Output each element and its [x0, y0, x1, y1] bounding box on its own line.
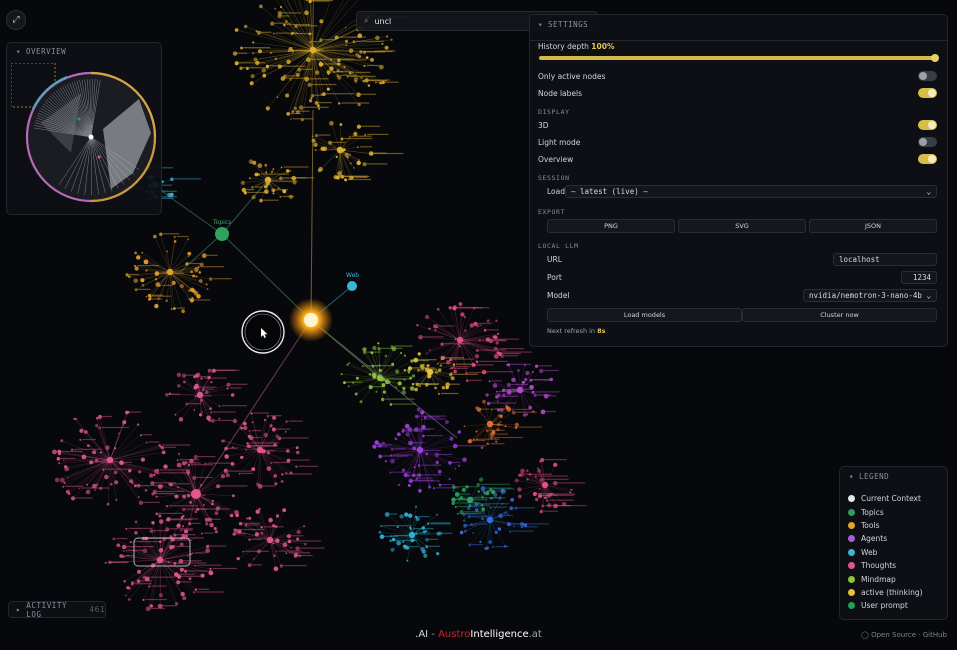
local-llm-section-title: LOCAL LLM [538, 242, 579, 250]
activity-log-label: ACTIVITY LOG [26, 600, 68, 619]
url-label: URL [547, 255, 562, 264]
github-icon: ◯ [861, 631, 872, 639]
history-depth-label: History depth 100% [538, 42, 615, 51]
slider-handle[interactable] [931, 54, 939, 62]
collapse-chevron-icon: ▾ [16, 47, 27, 56]
3d-label: 3D [538, 120, 549, 130]
3d-toggle[interactable] [918, 120, 937, 130]
export-json-button[interactable]: JSON [809, 219, 937, 233]
activity-log-count: 461 [89, 605, 105, 614]
legend-dot [848, 508, 855, 516]
port-label: Port [547, 273, 562, 282]
brand-suffix: .at [528, 629, 542, 640]
topics-hub-label: Topics [212, 219, 231, 226]
legend-list: Current Context Topics Tools Agents Web … [848, 492, 923, 613]
collapse-chevron-icon: ▾ [538, 20, 549, 29]
cluster-now-button[interactable]: Cluster now [742, 308, 937, 322]
model-select[interactable]: nvidia/nemotron-3-nano-4b ⌄ [803, 289, 937, 302]
legend-item: Thoughts [848, 559, 923, 572]
overview-panel[interactable]: ▾ OVERVIEW [6, 42, 162, 215]
overview-toggle[interactable] [918, 154, 937, 164]
legend-panel[interactable]: ▾ LEGEND Current Context Topics Tools Ag… [839, 466, 948, 620]
legend-dot [848, 548, 855, 556]
legend-item: Mindmap [848, 572, 923, 585]
legend-item: Topics [848, 505, 923, 518]
activity-log-toggle[interactable]: ▸ ACTIVITY LOG 461 [8, 600, 106, 619]
overview-label: Overview [538, 154, 574, 164]
legend-item: Agents [848, 532, 923, 545]
legend-dot [848, 521, 855, 529]
export-section-title: EXPORT [538, 208, 566, 216]
github-link-text: Open Source · GitHub [871, 631, 947, 639]
legend-dot [848, 575, 855, 583]
search-icon: ⌕ [364, 16, 369, 25]
legend-item: active (thinking) [848, 586, 923, 599]
settings-panel[interactable]: ▾ SETTINGS History depth 100% Only activ… [529, 14, 948, 347]
port-input[interactable]: 1234 [901, 271, 937, 284]
legend-dot [848, 562, 855, 570]
overview-minimap[interactable] [11, 63, 159, 211]
github-link[interactable]: ◯ Open Source · GitHub [861, 631, 947, 639]
settings-divider [530, 40, 947, 41]
overview-header[interactable]: ▾ OVERVIEW [16, 47, 66, 56]
node-labels-toggle[interactable] [918, 88, 937, 98]
session-select-value: — latest (live) — [571, 187, 648, 196]
export-png-button[interactable]: PNG [547, 219, 675, 233]
model-label: Model [547, 291, 570, 300]
export-svg-button[interactable]: SVG [678, 219, 806, 233]
model-select-value: nvidia/nemotron-3-nano-4b [809, 291, 922, 300]
legend-dot [848, 602, 855, 610]
session-section-title: SESSION [538, 174, 570, 182]
chevron-down-icon: ⌄ [926, 291, 931, 300]
load-label: Load [547, 187, 565, 196]
overview-title: OVERVIEW [26, 47, 67, 56]
light-mode-toggle[interactable] [918, 137, 937, 147]
only-active-nodes-label: Only active nodes [538, 71, 606, 81]
legend-dot [848, 588, 855, 596]
brand-prefix: .AI [415, 629, 429, 640]
settings-title: SETTINGS [548, 20, 589, 29]
chevron-down-icon: ⌄ [926, 187, 931, 196]
collapse-chevron-icon: ▾ [849, 472, 860, 481]
display-section-title: DISPLAY [538, 108, 570, 116]
only-active-nodes-toggle[interactable] [918, 71, 937, 81]
legend-header[interactable]: ▾ LEGEND [849, 472, 889, 481]
session-select[interactable]: — latest (live) — ⌄ [565, 185, 937, 198]
history-depth-value: 100% [591, 42, 615, 51]
legend-dot [848, 495, 855, 503]
fullscreen-button[interactable]: ⤢ [6, 10, 26, 30]
web-hub-label: Web [346, 272, 359, 279]
light-mode-label: Light mode [538, 137, 581, 147]
brand-austro: Austro [438, 629, 471, 640]
legend-item: Web [848, 546, 923, 559]
settings-header[interactable]: ▾ SETTINGS [538, 20, 588, 29]
topics-hub-node[interactable] [215, 227, 229, 241]
web-hub-node[interactable] [347, 281, 357, 291]
history-depth-slider[interactable] [539, 54, 939, 62]
brand-link[interactable]: .AI - AustroIntelligence.at [0, 629, 957, 640]
thoughts-hub-node[interactable] [191, 489, 201, 499]
next-refresh-text: Next refresh in 8s [547, 327, 606, 335]
legend-item: User prompt [848, 599, 923, 612]
expand-icon: ⤢ [12, 15, 20, 25]
brand-separator: - [431, 629, 435, 640]
node-labels-label: Node labels [538, 88, 583, 98]
expand-chevron-icon: ▸ [16, 605, 27, 614]
brand-intelligence: Intelligence [470, 629, 529, 640]
url-input[interactable]: localhost [833, 253, 937, 266]
load-models-button[interactable]: Load models [547, 308, 742, 322]
legend-item: Tools [848, 519, 923, 532]
cursor-focus-ring [241, 310, 285, 354]
legend-item: Current Context [848, 492, 923, 505]
legend-title: LEGEND [859, 472, 890, 481]
current-context-node[interactable] [304, 313, 318, 327]
legend-dot [848, 535, 855, 543]
